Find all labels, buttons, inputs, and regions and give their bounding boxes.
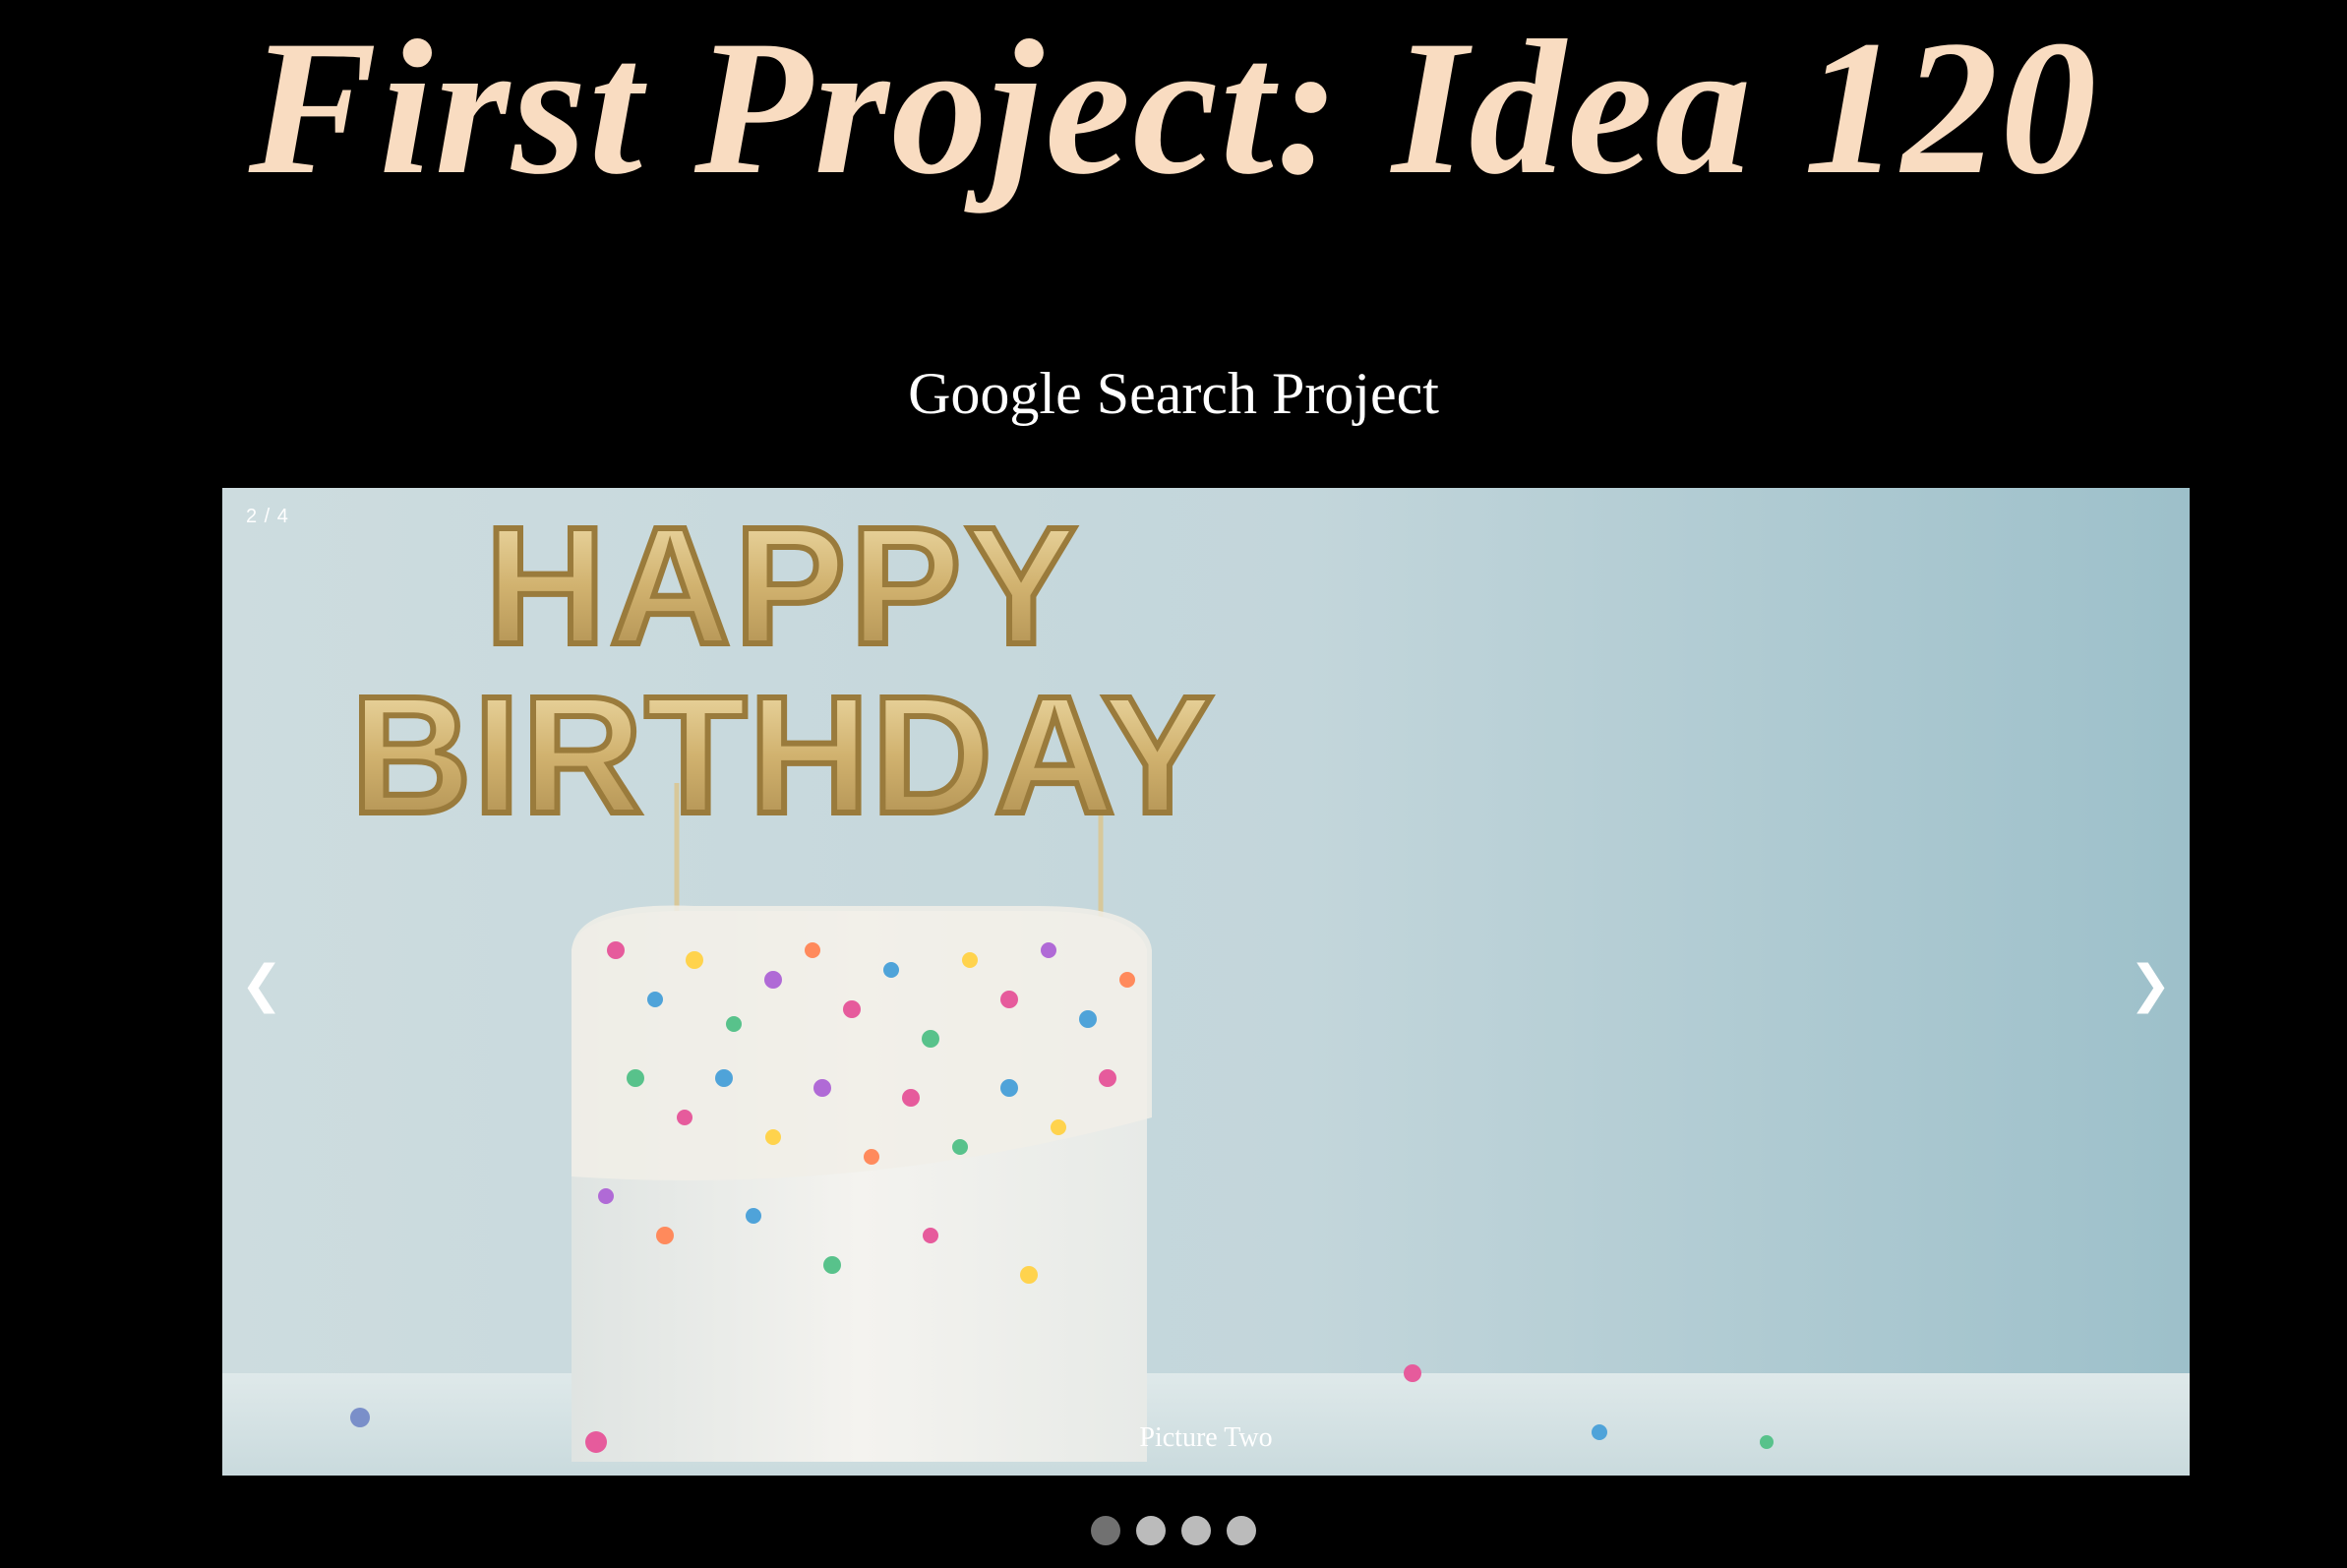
- page: First Project: Idea 120 Google Search Pr…: [0, 0, 2347, 1568]
- slide-dot-4[interactable]: [1227, 1516, 1256, 1545]
- chevron-right-icon: ❯: [2129, 955, 2172, 1014]
- svg-text:HAPPY: HAPPY: [485, 493, 1081, 680]
- previous-slide-button[interactable]: ❮: [232, 950, 291, 1019]
- slide-caption: Picture Two: [1139, 1422, 1273, 1453]
- page-subtitle: Google Search Project: [908, 361, 1439, 426]
- next-slide-button[interactable]: ❯: [2121, 950, 2180, 1019]
- slideshow-container: HAPPY BIRTHDAY 2 / 4 ❮ ❯ Picture Two: [222, 488, 2190, 1476]
- chevron-left-icon: ❮: [240, 955, 283, 1014]
- page-title: First Project: Idea 120: [248, 1, 2099, 214]
- slide-counter: 2 / 4: [246, 506, 289, 527]
- slide-dot-3[interactable]: [1181, 1516, 1211, 1545]
- slide-dot-2[interactable]: [1136, 1516, 1166, 1545]
- slide-dot-1[interactable]: [1091, 1516, 1120, 1545]
- svg-text:BIRTHDAY: BIRTHDAY: [351, 662, 1216, 849]
- birthday-cake-image: HAPPY BIRTHDAY: [222, 488, 2190, 1476]
- slide-indicators: [0, 1516, 2347, 1545]
